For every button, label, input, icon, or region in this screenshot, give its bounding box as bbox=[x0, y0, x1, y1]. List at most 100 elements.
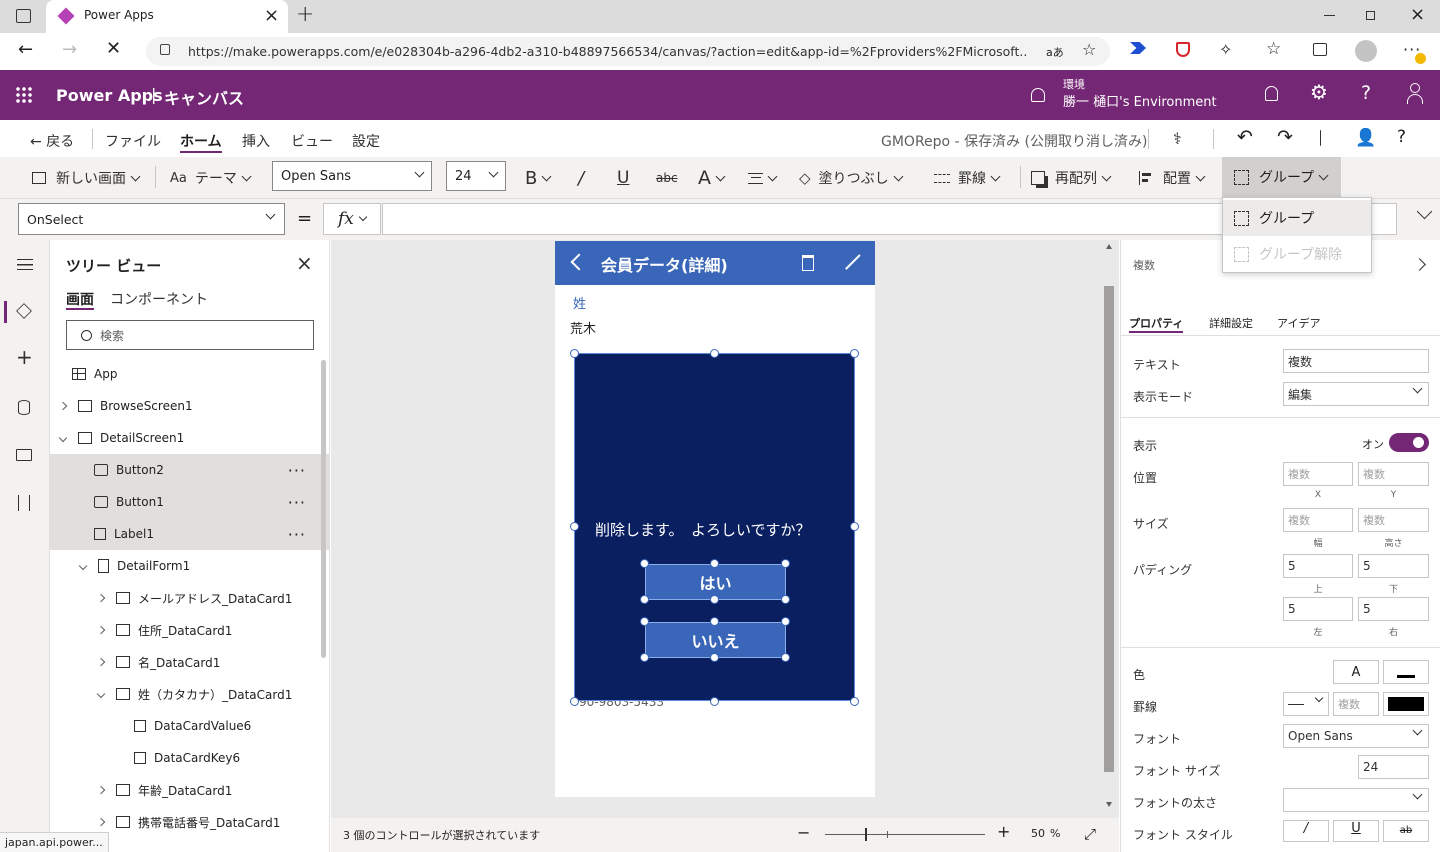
padding-top-input[interactable]: 5 bbox=[1283, 554, 1353, 578]
advanced-tools-icon[interactable] bbox=[18, 495, 30, 511]
share-user-icon[interactable]: 👤 bbox=[1355, 128, 1376, 148]
resize-handle[interactable] bbox=[710, 617, 719, 626]
text-input[interactable]: 複数 bbox=[1283, 349, 1429, 373]
zoom-slider-thumb[interactable] bbox=[865, 828, 867, 841]
redo-icon[interactable]: ↷ bbox=[1277, 126, 1293, 148]
undo-icon[interactable]: ↶ bbox=[1237, 126, 1253, 148]
tree-row-label1[interactable]: Label1 ··· bbox=[50, 518, 330, 550]
account-icon[interactable] bbox=[1407, 83, 1423, 105]
tree-row-age-datacard[interactable]: 年齢_DataCard1 bbox=[50, 774, 330, 806]
text-align-button[interactable] bbox=[748, 157, 778, 199]
back-chevron-icon[interactable] bbox=[570, 253, 588, 271]
tree-row-app[interactable]: App bbox=[50, 358, 330, 390]
browser-tab[interactable]: Power Apps × bbox=[46, 0, 288, 33]
url-field[interactable]: https://make.powerapps.com/e/e028304b-a2… bbox=[146, 37, 1110, 66]
menu-insert[interactable]: 挿入 bbox=[242, 131, 270, 151]
align-button[interactable]: 配置 bbox=[1139, 157, 1206, 199]
width-input[interactable]: 複数 bbox=[1283, 508, 1353, 532]
resize-handle[interactable] bbox=[710, 559, 719, 568]
resize-handle[interactable] bbox=[710, 595, 719, 604]
menu-settings[interactable]: 設定 bbox=[352, 131, 380, 151]
edit-pencil-icon[interactable] bbox=[845, 254, 861, 271]
position-y-input[interactable]: 複数 bbox=[1358, 462, 1429, 486]
tree-row-address-datacard[interactable]: 住所_DataCard1 bbox=[50, 614, 330, 646]
settings-gear-icon[interactable]: ⚙ bbox=[1310, 80, 1328, 104]
tree-row-button1[interactable]: Button1 ··· bbox=[50, 486, 330, 518]
tree-row-detailform1[interactable]: DetailForm1 bbox=[50, 550, 330, 582]
help-question-icon[interactable]: ? bbox=[1397, 127, 1406, 147]
app-checker-icon[interactable]: ⚕ bbox=[1173, 129, 1182, 148]
strikethrough-button[interactable]: abc bbox=[656, 157, 678, 199]
more-options-icon[interactable]: ··· bbox=[288, 525, 306, 544]
help-icon[interactable]: ? bbox=[1361, 82, 1371, 104]
underline-button[interactable]: U bbox=[617, 157, 629, 199]
stop-loading-icon[interactable]: ✕ bbox=[106, 38, 121, 59]
tree-row-firstname-datacard[interactable]: 名_DataCard1 bbox=[50, 646, 330, 678]
reader-icon[interactable]: aあ bbox=[1046, 44, 1064, 60]
canvas-vertical-scrollbar[interactable] bbox=[1104, 286, 1114, 772]
tree-row-browsescreen1[interactable]: BrowseScreen1 bbox=[50, 390, 330, 422]
notification-bell-icon[interactable] bbox=[1265, 86, 1278, 101]
italic-style-button[interactable]: / bbox=[1283, 820, 1329, 842]
menu-item-group[interactable]: グループ bbox=[1223, 200, 1371, 236]
tree-row-detailscreen1[interactable]: DetailScreen1 bbox=[50, 422, 330, 454]
tree-scrollbar[interactable] bbox=[321, 360, 326, 658]
back-arrow-icon[interactable]: ← bbox=[18, 39, 33, 60]
resize-handle[interactable] bbox=[570, 697, 579, 706]
border-style-select[interactable] bbox=[1283, 692, 1329, 716]
text-color-button[interactable]: A bbox=[1333, 660, 1379, 684]
underline-style-button[interactable]: U bbox=[1333, 820, 1379, 842]
border-width-input[interactable]: 複数 bbox=[1333, 692, 1379, 716]
back-button[interactable]: ← 戻る bbox=[30, 131, 74, 151]
favorite-add-icon[interactable]: ☆ bbox=[1082, 40, 1096, 59]
tab-properties[interactable]: プロパティ bbox=[1129, 315, 1183, 331]
padding-bottom-input[interactable]: 5 bbox=[1358, 554, 1429, 578]
border-button[interactable]: 罫線 bbox=[934, 157, 1001, 199]
environment-name[interactable]: 勝一 樋口's Environment bbox=[1063, 91, 1217, 110]
new-screen-button[interactable]: 新しい画面 bbox=[32, 157, 141, 199]
menu-item-ungroup[interactable]: グループ解除 bbox=[1223, 236, 1371, 272]
resize-handle[interactable] bbox=[781, 559, 790, 568]
extensions-icon[interactable]: ✧ bbox=[1219, 40, 1232, 59]
reorder-button[interactable]: 再配列 bbox=[1031, 157, 1112, 199]
new-tab-icon[interactable]: + bbox=[296, 2, 314, 27]
border-color-button[interactable] bbox=[1383, 692, 1429, 716]
scroll-up-icon[interactable] bbox=[1106, 244, 1112, 249]
tab-close-icon[interactable]: × bbox=[264, 5, 279, 26]
profile-avatar[interactable] bbox=[1355, 40, 1377, 62]
zoom-in-button[interactable]: + bbox=[997, 822, 1010, 841]
restore-icon[interactable] bbox=[1366, 11, 1375, 20]
property-select[interactable]: OnSelect bbox=[18, 203, 285, 235]
fill-color-button[interactable] bbox=[1383, 660, 1429, 684]
height-input[interactable]: 複数 bbox=[1358, 508, 1429, 532]
resize-handle[interactable] bbox=[850, 697, 859, 706]
resize-handle[interactable] bbox=[781, 595, 790, 604]
font-weight-select[interactable] bbox=[1283, 788, 1429, 812]
collections-icon[interactable] bbox=[1313, 43, 1327, 56]
group-button[interactable]: グループ bbox=[1222, 157, 1341, 197]
fx-button[interactable]: fx bbox=[323, 203, 381, 235]
padding-left-input[interactable]: 5 bbox=[1283, 597, 1353, 621]
hamburger-menu-icon[interactable] bbox=[17, 259, 33, 270]
fit-to-window-icon[interactable]: ⤢ bbox=[1084, 825, 1096, 843]
resize-handle[interactable] bbox=[850, 349, 859, 358]
more-options-icon[interactable]: ··· bbox=[288, 461, 306, 480]
visible-toggle[interactable] bbox=[1389, 433, 1429, 452]
data-cylinder-icon[interactable] bbox=[18, 400, 30, 415]
font-size-input[interactable]: 24 bbox=[1358, 755, 1429, 779]
resize-handle[interactable] bbox=[640, 653, 649, 662]
resize-handle[interactable] bbox=[850, 522, 859, 531]
resize-handle[interactable] bbox=[570, 522, 579, 531]
more-options-icon[interactable]: ··· bbox=[288, 493, 306, 512]
tree-row-button2[interactable]: Button2 ··· bbox=[50, 454, 330, 486]
favorites-icon[interactable]: ☆ bbox=[1266, 39, 1281, 59]
tree-row-lastname-kana-datacard[interactable]: 姓（カタカナ）_DataCard1 bbox=[50, 678, 330, 710]
minimize-icon[interactable] bbox=[1324, 15, 1335, 16]
tree-view-layers-icon[interactable] bbox=[16, 303, 32, 319]
app-launcher-icon[interactable] bbox=[15, 86, 32, 103]
theme-button[interactable]: Aa テーマ bbox=[170, 157, 252, 199]
preview-play-icon[interactable] bbox=[1320, 130, 1331, 146]
resize-handle[interactable] bbox=[640, 559, 649, 568]
font-select[interactable]: Open Sans bbox=[1283, 724, 1429, 748]
scroll-down-icon[interactable] bbox=[1106, 802, 1112, 807]
